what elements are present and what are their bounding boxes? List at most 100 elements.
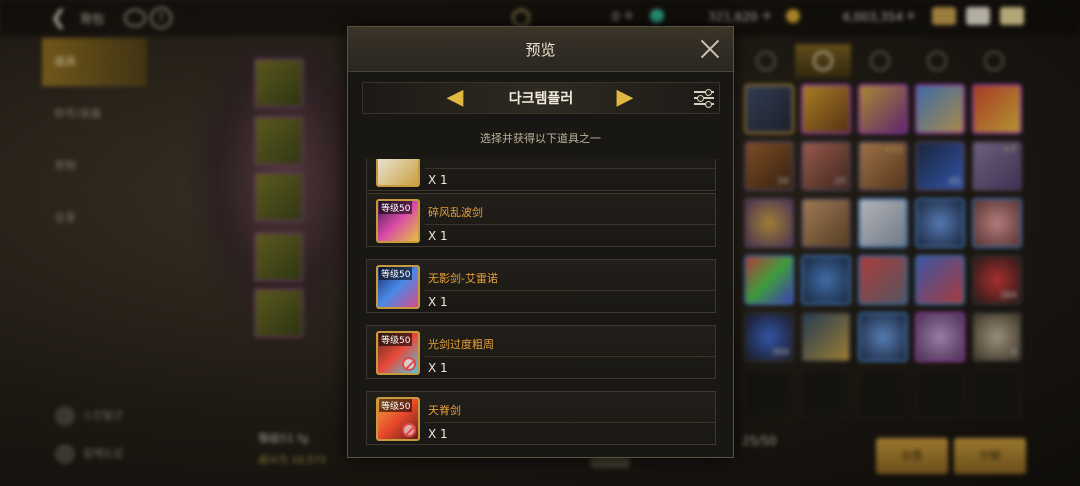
collection-button[interactable]: 칼메도감	[55, 444, 145, 470]
tab-card[interactable]	[909, 44, 965, 78]
back-arrow-icon[interactable]: ❮	[50, 6, 72, 28]
disassemble-button[interactable]: 分解	[954, 438, 1026, 474]
left-menu-item-all[interactable]: 全身	[42, 194, 147, 242]
currency-1-add-button[interactable]: +	[623, 8, 635, 24]
empty-slot[interactable]	[972, 369, 1022, 419]
equipment-slot[interactable]	[254, 172, 304, 222]
prohibited-icon	[402, 423, 416, 437]
empty-slot[interactable]	[801, 369, 851, 419]
inventory-slot[interactable]: 28	[744, 141, 794, 191]
inventory-slot[interactable]	[915, 198, 965, 248]
tab-equipment[interactable]	[738, 44, 794, 78]
item-level: 等级50	[379, 267, 413, 280]
chat-icon[interactable]	[1000, 7, 1024, 25]
sell-button[interactable]: 出售	[876, 438, 948, 474]
inventory-slot[interactable]	[972, 198, 1022, 248]
mail-icon[interactable]	[966, 7, 990, 25]
tab-consumable[interactable]	[795, 44, 851, 78]
inventory-slot[interactable]	[801, 312, 851, 362]
divider	[42, 86, 147, 87]
inventory-slot[interactable]	[801, 84, 851, 134]
inventory-slot[interactable]: 8	[972, 312, 1022, 362]
list-item[interactable]: 等级50 碎风乱波剑 X 1	[366, 193, 716, 247]
item-quantity: X 1	[428, 229, 448, 243]
inventory-slot[interactable]	[801, 198, 851, 248]
reward-list[interactable]: X 1 等级50 碎风乱波剑 X 1 等级50 无影剑-艾雷诺 X 1 等级50…	[366, 159, 718, 447]
empty-slot[interactable]	[858, 369, 908, 419]
eye-icon[interactable]	[124, 9, 146, 27]
empty-slot[interactable]	[915, 369, 965, 419]
left-menu-item-pets[interactable]: 宠物	[42, 142, 147, 190]
inventory-slot[interactable]	[915, 255, 965, 305]
inventory-capacity: 25/50	[742, 434, 777, 448]
character-level: 等级51 fg	[258, 432, 309, 445]
inventory-slot[interactable]: +12	[858, 141, 908, 191]
class-selector: ◀ 다크템플러 ▶	[362, 82, 720, 114]
item-icon	[376, 159, 420, 187]
currency-2-add-button[interactable]: +	[761, 8, 773, 24]
inventory-slot[interactable]	[858, 312, 908, 362]
inventory-title: 背包	[80, 12, 105, 26]
inventory-slot[interactable]	[915, 84, 965, 134]
stack-count: 8	[1011, 348, 1017, 358]
inventory-slot[interactable]	[858, 84, 908, 134]
upgrade-level: +12	[884, 145, 903, 155]
chevron-right-icon[interactable]: ▶	[615, 86, 635, 110]
left-menu-item-titles[interactable]: 称号/装备	[42, 90, 147, 138]
inventory-slot[interactable]	[744, 198, 794, 248]
list-item[interactable]: X 1	[366, 159, 716, 191]
equipment-slot[interactable]	[254, 116, 304, 166]
inventory-slot[interactable]	[972, 84, 1022, 134]
stack-count: 28	[777, 177, 789, 187]
card-icon	[927, 51, 947, 71]
sword-icon: 等级50	[376, 265, 420, 309]
inventory-slot[interactable]	[744, 84, 794, 134]
help-icon[interactable]: ?	[150, 7, 172, 29]
sword-icon: 等级50	[376, 199, 420, 243]
item-level: 等级50	[379, 399, 413, 412]
inventory-slot[interactable]	[858, 255, 908, 305]
list-item[interactable]: 等级50 天脊剑 X 1	[366, 391, 716, 445]
stack-count: 369	[771, 348, 789, 358]
divider	[425, 422, 715, 423]
item-level: 等级50	[379, 333, 413, 346]
equipment-slot[interactable]	[254, 232, 304, 282]
cake-icon[interactable]	[932, 7, 956, 25]
inventory-slot[interactable]: +7	[972, 141, 1022, 191]
inventory-slot[interactable]: 384	[972, 255, 1022, 305]
inventory-slot[interactable]: 369	[744, 312, 794, 362]
inventory-slot[interactable]	[858, 198, 908, 248]
item-name: 光剑过度粗周	[428, 338, 494, 351]
gem-icon	[650, 9, 664, 23]
list-item[interactable]: 等级50 无影剑-艾雷诺 X 1	[366, 259, 716, 313]
tab-settings[interactable]	[966, 44, 1022, 78]
list-item[interactable]: 等级50 光剑过度粗周 X 1	[366, 325, 716, 379]
combat-power: 战斗力 10,573	[258, 455, 327, 466]
inventory-slot[interactable]	[801, 255, 851, 305]
divider	[425, 224, 715, 225]
skin-button[interactable]: 스킨탈곤	[55, 406, 145, 432]
filter-icon[interactable]	[694, 88, 714, 108]
item-name: 天脊剑	[428, 404, 461, 417]
currency-2-value: 321,620	[708, 10, 758, 24]
preview-modal: 预览 ◀ 다크템플러 ▶ 选择并获得以下道具之一 X 1 等级50 碎风乱波剑 …	[347, 26, 734, 458]
inventory-slot[interactable]: 25	[801, 141, 851, 191]
upgrade-level: +7	[1002, 145, 1016, 155]
selection-hint: 选择并获得以下道具之一	[480, 132, 601, 145]
item-level: 等级50	[379, 201, 413, 214]
empty-slot[interactable]	[744, 369, 794, 419]
currency-3-add-button[interactable]: +	[905, 8, 917, 24]
divider	[425, 356, 715, 357]
collection-button-label: 칼메도감	[83, 447, 124, 460]
inventory-slot[interactable]	[744, 255, 794, 305]
left-menu-item-items[interactable]: 道具	[42, 38, 147, 86]
equipment-slot[interactable]	[254, 58, 304, 108]
close-icon[interactable]	[698, 37, 722, 61]
moon-currency-icon	[512, 9, 530, 27]
gear-icon	[984, 51, 1004, 71]
potion-icon	[813, 51, 833, 71]
inventory-slot[interactable]: 45	[915, 141, 965, 191]
inventory-slot[interactable]	[915, 312, 965, 362]
equipment-slot[interactable]	[254, 288, 304, 338]
tab-material[interactable]	[852, 44, 908, 78]
